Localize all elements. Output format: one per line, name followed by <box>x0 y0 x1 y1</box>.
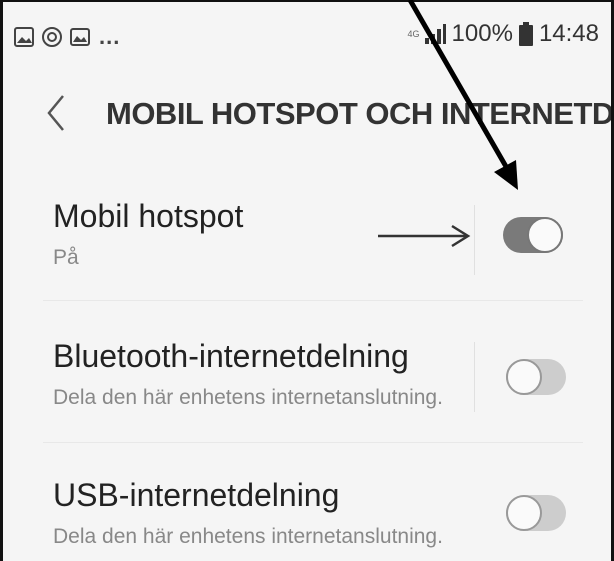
overflow-dots: ... <box>99 24 121 49</box>
network-type: 4G <box>407 28 420 39</box>
gallery-icon <box>70 28 90 46</box>
status-right: 4G 100% 14:48 <box>408 20 599 48</box>
sync-icon <box>42 27 62 47</box>
toggle-knob <box>506 495 542 531</box>
toggle-knob <box>527 217 563 253</box>
phone-screen: ... 4G 100% 14:48 MOBIL HOTSPOT OCH INTE… <box>0 0 614 561</box>
setting-description: Dela den här enhetens internetanslutning… <box>53 525 443 548</box>
setting-title: USB-internetdelning <box>53 477 340 513</box>
toggle-knob <box>506 359 542 395</box>
page-header: MOBIL HOTSPOT OCH INTERNETDELNING <box>3 70 611 160</box>
chevron-left-icon[interactable] <box>43 92 67 134</box>
mobile-hotspot-toggle[interactable] <box>503 217 563 253</box>
setting-title: Bluetooth-internetdelning <box>53 338 409 374</box>
setting-bluetooth-tethering[interactable]: Bluetooth-internetdelning Dela den här e… <box>3 302 611 442</box>
page-title: MOBIL HOTSPOT OCH INTERNETDELNING <box>106 96 614 131</box>
battery-icon <box>518 22 533 46</box>
toggle-separator <box>474 342 475 412</box>
setting-title: Mobil hotspot <box>53 198 244 234</box>
divider <box>43 300 583 301</box>
usb-tethering-toggle[interactable] <box>506 495 566 531</box>
status-bar: ... 4G 100% 14:48 <box>3 2 611 70</box>
image-icon <box>14 27 34 47</box>
battery-percent: 100% <box>451 20 513 47</box>
setting-status: På <box>53 246 79 269</box>
setting-mobile-hotspot[interactable]: Mobil hotspot På <box>3 160 611 302</box>
status-left-icons: ... <box>13 24 120 50</box>
bluetooth-tethering-toggle[interactable] <box>506 359 566 395</box>
toggle-separator <box>474 205 475 275</box>
setting-usb-tethering[interactable]: USB-internetdelning Dela den här enheten… <box>3 443 611 561</box>
clock: 14:48 <box>538 20 599 47</box>
signal-icon <box>424 24 446 44</box>
setting-description: Dela den här enhetens internetanslutning… <box>53 386 443 409</box>
